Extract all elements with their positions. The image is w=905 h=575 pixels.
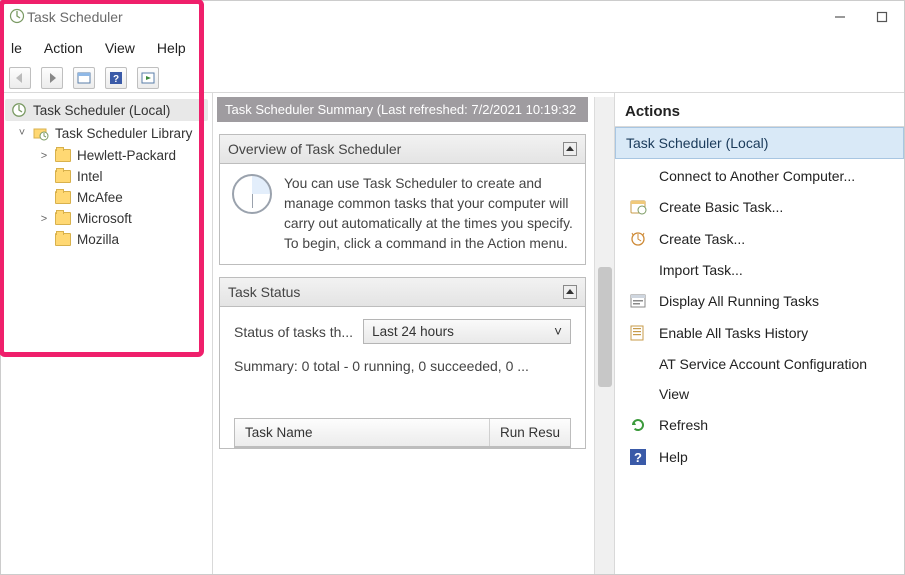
- history-icon: [629, 324, 647, 342]
- tree-item-microsoft[interactable]: > Microsoft: [39, 208, 208, 229]
- overview-text: You can use Task Scheduler to create and…: [284, 174, 573, 254]
- action-label: Create Task...: [659, 231, 745, 247]
- collapse-icon[interactable]: [563, 285, 577, 299]
- tree-children: >Hewlett-Packard>Intel>McAfee>Microsoft>…: [39, 145, 208, 250]
- running-icon: [629, 292, 647, 310]
- basic-task-icon: [629, 198, 647, 216]
- folder-icon: [55, 149, 71, 162]
- tree-library[interactable]: ˅ Task Scheduler Library: [17, 125, 208, 141]
- action-view[interactable]: View: [619, 379, 900, 409]
- minimize-button[interactable]: [832, 9, 848, 25]
- actions-pane: Actions Task Scheduler (Local) Connect t…: [614, 93, 904, 574]
- actions-group-header: Task Scheduler (Local): [615, 127, 904, 159]
- summary-title: Task Scheduler Summary (Last refreshed: …: [217, 97, 588, 122]
- action-create[interactable]: Create Task...: [619, 223, 900, 255]
- overview-section: Overview of Task Scheduler You can use T…: [219, 134, 586, 265]
- tree-library-label: Task Scheduler Library: [55, 126, 192, 141]
- tree-item-label: Hewlett-Packard: [77, 148, 176, 163]
- maximize-button[interactable]: [874, 9, 890, 25]
- toolbar: ?: [1, 63, 904, 93]
- folder-icon: [55, 212, 71, 225]
- scheduler-icon: [11, 102, 27, 118]
- action-refresh[interactable]: Refresh: [619, 409, 900, 441]
- action-label: Help: [659, 449, 688, 465]
- overview-header-label: Overview of Task Scheduler: [228, 141, 401, 157]
- action-history[interactable]: Enable All Tasks History: [619, 317, 900, 349]
- nav-back-button[interactable]: [9, 67, 31, 89]
- status-header[interactable]: Task Status: [220, 278, 585, 307]
- tree-item-hewlett-packard[interactable]: > Hewlett-Packard: [39, 145, 208, 166]
- tree-item-mcafee[interactable]: >McAfee: [39, 187, 208, 208]
- folder-icon: [55, 170, 71, 183]
- tree-item-label: McAfee: [77, 190, 123, 205]
- menubar: le Action View Help: [1, 33, 904, 63]
- action-help[interactable]: ? Help: [619, 441, 900, 473]
- refresh-icon: [629, 416, 647, 434]
- menu-help[interactable]: Help: [157, 40, 186, 56]
- status-range-label: Status of tasks th...: [234, 324, 353, 340]
- action-label: Create Basic Task...: [659, 199, 783, 215]
- collapse-icon[interactable]: [563, 142, 577, 156]
- folder-icon: [55, 233, 71, 246]
- action-atsvc[interactable]: AT Service Account Configuration: [619, 349, 900, 379]
- action-basic[interactable]: Create Basic Task...: [619, 191, 900, 223]
- action-label: Refresh: [659, 417, 708, 433]
- action-label: AT Service Account Configuration: [659, 356, 867, 372]
- status-section: Task Status Status of tasks th... Last 2…: [219, 277, 586, 449]
- create-task-icon: [629, 230, 647, 248]
- titlebar: Task Scheduler: [1, 1, 904, 33]
- folder-icon: [55, 191, 71, 204]
- tree-root-label: Task Scheduler (Local): [33, 103, 170, 118]
- chevron-down-icon: ˅: [554, 324, 562, 339]
- actions-list: Connect to Another Computer... Create Bas…: [615, 161, 904, 473]
- action-label: Connect to Another Computer...: [659, 168, 855, 184]
- caret-right-icon[interactable]: >: [39, 150, 49, 162]
- actions-title: Actions: [615, 97, 904, 127]
- status-summary: Summary: 0 total - 0 running, 0 succeede…: [234, 358, 571, 374]
- menu-file-cut[interactable]: le: [11, 40, 22, 56]
- window-title: Task Scheduler: [25, 9, 832, 25]
- toolbar-btn-help[interactable]: ?: [105, 67, 127, 89]
- caret-right-icon[interactable]: >: [39, 213, 49, 225]
- menu-action[interactable]: Action: [44, 40, 83, 56]
- tree-item-label: Intel: [77, 169, 103, 184]
- status-col-name[interactable]: Task Name: [235, 419, 490, 446]
- toolbar-btn-panel[interactable]: [73, 67, 95, 89]
- app-icon: [9, 8, 25, 27]
- center-pane: Task Scheduler Summary (Last refreshed: …: [213, 93, 614, 574]
- action-label: View: [659, 386, 689, 402]
- status-table: Task Name Run Resu: [234, 418, 571, 448]
- status-range-value: Last 24 hours: [372, 324, 454, 339]
- help-icon: ?: [629, 448, 647, 466]
- scrollbar-thumb[interactable]: [598, 267, 612, 387]
- toolbar-btn-run[interactable]: [137, 67, 159, 89]
- svg-text:?: ?: [113, 74, 119, 85]
- caret-down-icon[interactable]: ˅: [17, 127, 27, 139]
- status-range-select[interactable]: Last 24 hours ˅: [363, 319, 571, 344]
- svg-text:?: ?: [634, 450, 642, 465]
- action-label: Import Task...: [659, 262, 743, 278]
- status-header-label: Task Status: [228, 284, 300, 300]
- tree-item-intel[interactable]: >Intel: [39, 166, 208, 187]
- menu-view[interactable]: View: [105, 40, 135, 56]
- action-connect[interactable]: Connect to Another Computer...: [619, 161, 900, 191]
- status-col-result[interactable]: Run Resu: [490, 419, 570, 446]
- center-scrollbar[interactable]: [594, 97, 614, 574]
- library-icon: [33, 125, 49, 141]
- clock-icon: [232, 174, 272, 214]
- overview-header[interactable]: Overview of Task Scheduler: [220, 135, 585, 164]
- action-label: Enable All Tasks History: [659, 325, 808, 341]
- tree-root[interactable]: Task Scheduler (Local): [5, 99, 208, 121]
- action-import[interactable]: Import Task...: [619, 255, 900, 285]
- tree-pane: Task Scheduler (Local) ˅ Task Scheduler …: [1, 93, 213, 574]
- action-label: Display All Running Tasks: [659, 293, 819, 309]
- tree-item-label: Mozilla: [77, 232, 119, 247]
- nav-forward-button[interactable]: [41, 67, 63, 89]
- tree-item-label: Microsoft: [77, 211, 132, 226]
- tree-item-mozilla[interactable]: >Mozilla: [39, 229, 208, 250]
- action-running[interactable]: Display All Running Tasks: [619, 285, 900, 317]
